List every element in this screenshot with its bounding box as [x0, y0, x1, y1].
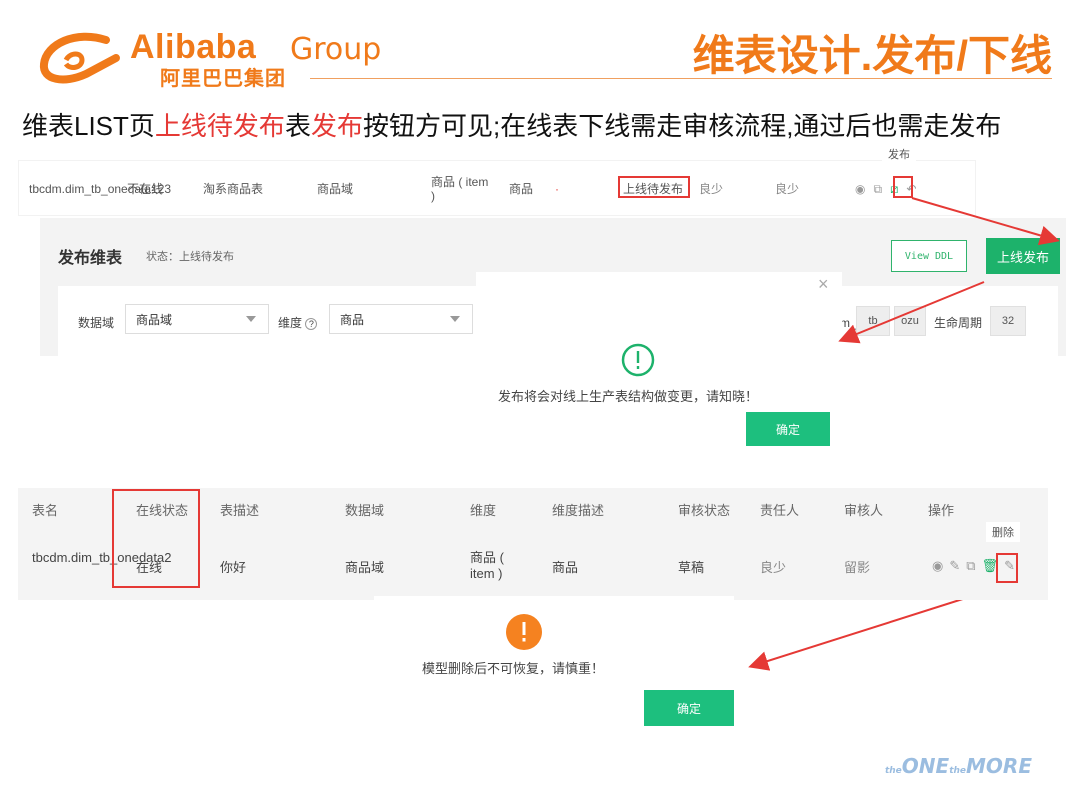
table-name-cell[interactable]: tbcdm.dim_tb_onedata2	[32, 550, 171, 566]
brand-the: the	[884, 766, 902, 776]
column-header: 数据域	[345, 503, 385, 518]
delete-confirm-dialog: 模型删除后不可恢复，请慎重！ 确定	[374, 596, 734, 726]
column-header: 维度	[470, 503, 497, 518]
column-header: 维度描述	[552, 503, 605, 518]
column-header: 审核状态	[678, 503, 731, 518]
description-cell: 你好	[220, 560, 247, 575]
column-header: 表描述	[220, 503, 260, 518]
owner-cell: 良少	[760, 560, 787, 575]
highlight-box	[996, 553, 1018, 583]
brand-one: ONE	[901, 754, 950, 778]
edit-icon[interactable]: ✎	[949, 558, 966, 573]
delete-tooltip: 删除	[986, 522, 1020, 542]
highlight-box	[112, 489, 200, 588]
dimension-cell: 商品 ( item )	[470, 550, 504, 581]
dimension-desc-cell: 商品	[552, 560, 579, 575]
delete-ok-button[interactable]: 确定	[644, 690, 734, 726]
brand-more: MORE	[966, 754, 1032, 778]
reviewer-cell: 留影	[844, 560, 871, 575]
column-header: 责任人	[760, 503, 800, 518]
audit-status-cell: 草稿	[678, 560, 705, 575]
brand-the: the	[949, 766, 967, 776]
column-header: 审核人	[844, 503, 884, 518]
warning-icon	[506, 614, 542, 650]
copy-icon[interactable]: ⧉	[966, 558, 981, 573]
delete-message: 模型删除后不可恢复，请慎重！	[422, 661, 605, 676]
column-header: 操作	[928, 503, 955, 518]
footer-brand: theONEtheMORE	[885, 754, 1032, 778]
column-header: 表名	[32, 503, 59, 518]
view-icon[interactable]: ◉	[932, 558, 949, 573]
domain-cell: 商品域	[345, 560, 385, 575]
